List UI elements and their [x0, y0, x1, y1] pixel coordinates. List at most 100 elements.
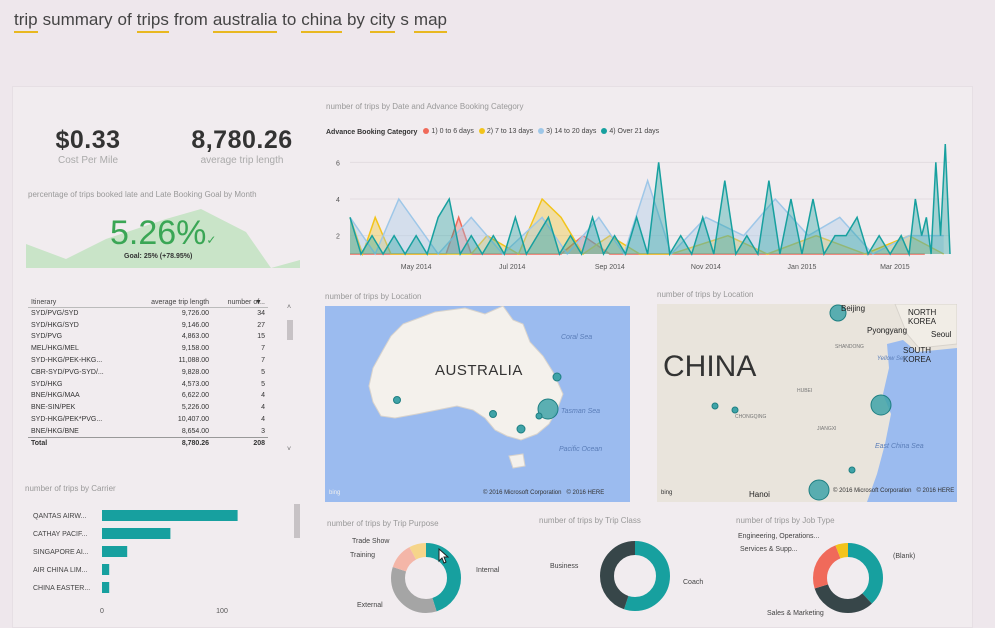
kpi-label: Cost Per Mile	[57, 155, 118, 166]
legend-item[interactable]: 1) 0 to 6 days	[423, 128, 474, 135]
column-header[interactable]: Itinerary	[28, 298, 130, 308]
location-bubble[interactable]	[731, 406, 739, 414]
table-cell: SYD/PVG	[31, 333, 63, 341]
bing-logo: bing	[329, 490, 341, 496]
location-bubble[interactable]	[870, 394, 892, 416]
table-row[interactable]: MEL/HKG/MEL 9,158.00 7	[28, 343, 268, 355]
table-cell: 9,726.00	[181, 310, 210, 318]
australia-map[interactable]: AUSTRALIA Coral Sea Tasman Sea Pacific O…	[325, 306, 630, 502]
kpi-average-trip-length[interactable]: 8,780.26 average trip length	[184, 126, 300, 166]
carrier-bar[interactable]	[102, 564, 110, 575]
location-bubble[interactable]	[535, 412, 543, 420]
map-region-label: NORTH KOREA	[908, 308, 937, 326]
location-bubble[interactable]	[516, 424, 526, 434]
table-row[interactable]: SYD-HKG/PEK*PVG... 10,407.00 4	[28, 414, 268, 426]
table-row[interactable]: SYD/PVG/SYD 9,726.00 34	[28, 308, 268, 320]
query-word: australia	[212, 10, 278, 33]
table-cell: SYD-HKG/PEK*PVG...	[31, 416, 103, 424]
table-row[interactable]: BNE/HKG/BNE 8,654.00 3	[28, 425, 268, 437]
carrier-bar[interactable]	[102, 510, 238, 521]
scroll-up-icon[interactable]: ˄	[287, 304, 291, 311]
legend-item[interactable]: 2) 7 to 13 days	[478, 127, 534, 135]
table-cell: 34	[257, 310, 265, 318]
legend-title: Advance Booking Category	[326, 129, 418, 136]
kpi-cost-per-mile[interactable]: $0.33 Cost Per Mile	[28, 126, 148, 166]
trip-purpose-donut[interactable]	[388, 540, 464, 616]
scroll-down-icon[interactable]: ˅	[287, 446, 291, 453]
map-city-label: Pyongyang	[867, 326, 908, 335]
sort-desc-icon[interactable]: ▼	[255, 299, 262, 306]
legend-dot-icon	[601, 128, 608, 134]
location-bubble[interactable]	[711, 402, 719, 410]
legend-dot-icon	[538, 128, 545, 134]
location-bubble[interactable]	[808, 479, 830, 501]
line-chart-title: number of trips by Date and Advance Book…	[326, 102, 524, 111]
job-type-donut[interactable]	[810, 540, 886, 616]
bar-category-label: QANTAS AIRW...	[33, 513, 86, 520]
map-sea-label: Yellow Sea	[877, 356, 907, 362]
china-map-svg	[711, 304, 957, 502]
location-bubble[interactable]	[552, 372, 562, 382]
line-chart[interactable]: 2 4 6 May 2014 Jul 2014 Sep 2014 Nov 2014 Jan 2…	[326, 140, 956, 274]
carrier-bar[interactable]	[102, 582, 110, 593]
carrier-bar[interactable]	[102, 528, 171, 539]
china-map[interactable]: CHINA Beijing NORTH KOREA Pyongyang Seou…	[657, 304, 957, 502]
donut-label: Engineering, Operations...	[738, 533, 820, 540]
table-cell: BNE/HKG/BNE	[31, 427, 79, 435]
query-word: trip	[14, 10, 38, 33]
column-header[interactable]: average trip length	[129, 298, 213, 308]
carrier-scrollbar-thumb[interactable]	[294, 504, 300, 538]
table-row[interactable]: BNE-SIN/PEK 5,226.00 4	[28, 402, 268, 414]
late-booking-value: 5.26%✓	[110, 214, 217, 252]
donut-label: Services & Supp...	[740, 546, 798, 553]
table-cell: 3	[261, 427, 265, 435]
bar-category-label: CATHAY PACIF...	[33, 531, 87, 538]
itinerary-table[interactable]: Itinerary average trip length number of...…	[28, 298, 268, 450]
table-row[interactable]: CBR-SYD/PVG-SYD/... 9,828.00 5	[28, 366, 268, 378]
table-cell: 27	[257, 321, 265, 329]
table-row[interactable]: SYD/HKG/SYD 9,146.00 27	[28, 319, 268, 331]
map-city-label: Hanoi	[749, 490, 770, 499]
location-bubble[interactable]	[393, 396, 401, 404]
table-cell: Total	[28, 436, 130, 450]
y-tick-label: 6	[336, 160, 340, 167]
legend-dot-icon	[478, 128, 485, 134]
table-cell: 8,654.00	[181, 427, 210, 435]
legend-item[interactable]: 4) Over 21 days	[601, 128, 659, 135]
legend-label: 2) 7 to 13 days	[486, 127, 534, 135]
map-region-label: CHONGQING	[735, 414, 767, 420]
carrier-bar-chart[interactable]: QANTAS AIRW... CATHAY PACIF... SINGAPORE A…	[24, 500, 294, 618]
legend-item[interactable]: 3) 14 to 20 days	[538, 128, 596, 135]
map-country-label: CHINA	[663, 350, 757, 383]
query-word: china	[301, 10, 342, 33]
table-cell: 4	[261, 392, 265, 400]
table-row[interactable]: SYD/PVG 4,863.00 15	[28, 331, 268, 343]
trip-class-donut[interactable]	[597, 538, 673, 614]
donut-label: Business	[550, 563, 579, 570]
donut-label: Trade Show	[352, 538, 390, 545]
table-scrollbar-thumb[interactable]	[287, 320, 293, 340]
donut-label: External	[357, 602, 383, 609]
late-booking-goal: Goal: 25% (+78.95%)	[124, 253, 193, 260]
map-region-label: JIANGXI	[817, 426, 837, 432]
table-row[interactable]: SYD/HKG 4,573.00 5	[28, 378, 268, 390]
bar-category-label: AIR CHINA LIM...	[33, 567, 88, 574]
bing-logo: bing	[661, 490, 673, 496]
kpi-value: 8,780.26	[191, 126, 293, 154]
carrier-bar[interactable]	[102, 546, 128, 557]
late-booking-title: percentage of trips booked late and Late…	[28, 190, 257, 199]
x-tick-label: Jul 2014	[499, 264, 526, 271]
query-word: by	[346, 10, 365, 29]
map-region-label: SOUTH KOREA	[903, 346, 932, 364]
table-row[interactable]: SYD-HKG/PEK-HKG... 11,088.00 7	[28, 355, 268, 367]
table-cell: 4	[261, 416, 265, 424]
x-tick-label: May 2014	[401, 264, 432, 271]
map-sea-label: Coral Sea	[561, 334, 593, 341]
location-bubble[interactable]	[848, 466, 856, 474]
job-chart-title: number of trips by Job Type	[736, 516, 835, 525]
line-chart-legend[interactable]: Advance Booking Category 1) 0 to 6 days 2)…	[326, 121, 664, 139]
location-bubble[interactable]	[489, 410, 497, 418]
table-row[interactable]: BNE/HKG/MAA 6,622.00 4	[28, 390, 268, 402]
x-tick-label: Sep 2014	[595, 264, 625, 271]
cn-map-title: number of trips by Location	[657, 290, 754, 299]
